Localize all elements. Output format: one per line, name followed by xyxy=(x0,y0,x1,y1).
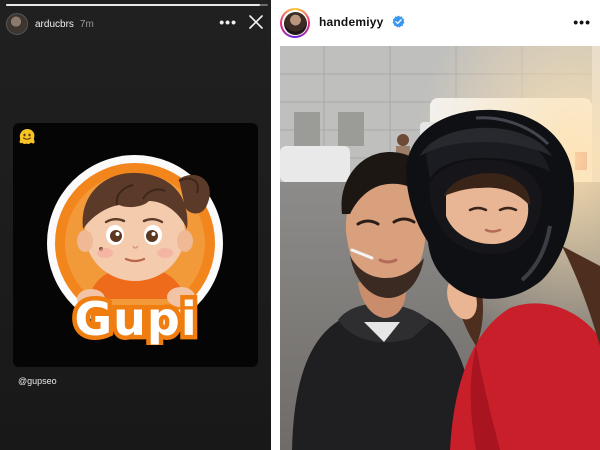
post: handemiyy ••• xyxy=(271,0,600,450)
story-username[interactable]: arducbrs xyxy=(35,19,74,30)
gupi-mascot-illustration xyxy=(47,155,223,331)
more-horizontal-icon[interactable]: ••• xyxy=(219,14,237,30)
close-icon[interactable] xyxy=(247,13,265,31)
melting-face-emoji-icon xyxy=(19,128,35,145)
story-header: arducbrs 7m ••• xyxy=(6,12,265,36)
verified-badge-icon xyxy=(392,15,405,28)
story-media-card: Gupi xyxy=(13,123,258,367)
more-horizontal-icon[interactable]: ••• xyxy=(573,14,591,30)
story-ring-avatar[interactable] xyxy=(280,8,310,38)
selfie-photo-illustration xyxy=(280,46,600,450)
story-viewer[interactable]: arducbrs 7m ••• Gupi @gupseo xyxy=(0,0,271,450)
story-progress-fill xyxy=(6,4,261,6)
post-photo[interactable] xyxy=(280,46,600,450)
post-username[interactable]: handemiyy xyxy=(319,15,384,29)
story-timestamp: 7m xyxy=(79,18,94,30)
avatar xyxy=(283,11,307,35)
avatar[interactable] xyxy=(6,13,28,35)
story-progress-bar xyxy=(6,4,268,6)
story-mention-link[interactable]: @gupseo xyxy=(18,376,57,386)
post-header: handemiyy ••• xyxy=(271,0,600,46)
